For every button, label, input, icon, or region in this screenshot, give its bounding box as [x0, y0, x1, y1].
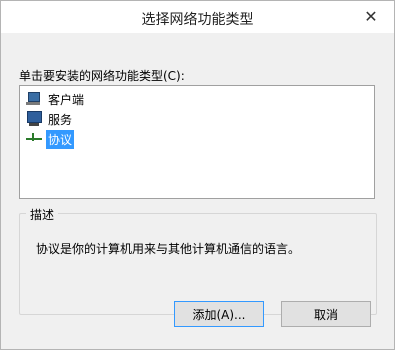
protocol-icon [26, 131, 42, 147]
list-item-label: 服务 [48, 112, 73, 127]
close-icon: ✕ [364, 6, 378, 26]
dialog-title: 选择网络功能类型 [141, 12, 254, 28]
list-prompt-label: 单击要安装的网络功能类型(C): [19, 69, 185, 83]
title-bar: 选择网络功能类型 ✕ [1, 1, 394, 33]
list-item-client[interactable]: 客户端 [26, 90, 86, 108]
dialog-body: 单击要安装的网络功能类型(C): 客户端 服务 协议 描述 协议是你的计算机用来… [1, 33, 394, 349]
list-item-label: 协议 [46, 129, 75, 149]
description-group-title: 描述 [26, 206, 59, 223]
add-button[interactable]: 添加(A)... [174, 301, 264, 327]
description-groupbox: 描述 协议是你的计算机用来与其他计算机通信的语言。 [19, 206, 377, 315]
client-icon [26, 91, 42, 107]
close-button[interactable]: ✕ [358, 5, 384, 27]
service-icon [26, 111, 42, 127]
list-item-label: 客户端 [48, 92, 85, 107]
description-text: 协议是你的计算机用来与其他计算机通信的语言。 [36, 242, 301, 256]
dialog-window: 选择网络功能类型 ✕ 单击要安装的网络功能类型(C): 客户端 服务 协议 描述… [0, 0, 395, 350]
list-item-service[interactable]: 服务 [26, 110, 74, 128]
list-item-protocol[interactable]: 协议 [26, 129, 75, 149]
feature-type-listbox[interactable]: 客户端 服务 协议 [19, 85, 375, 199]
cancel-button[interactable]: 取消 [281, 301, 371, 327]
